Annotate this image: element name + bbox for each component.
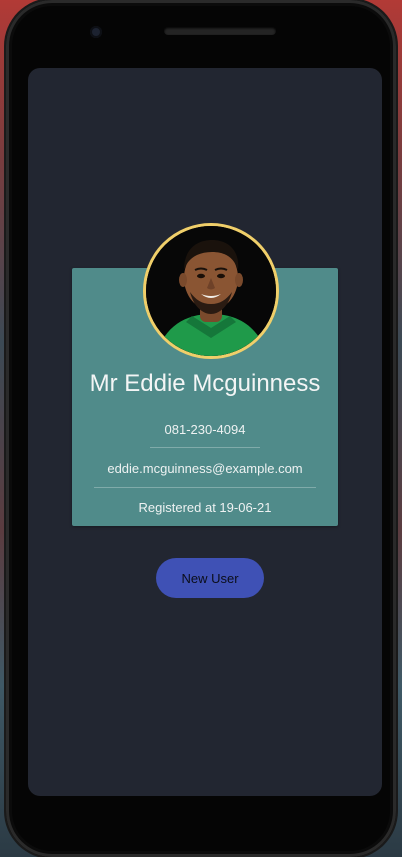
user-avatar — [143, 223, 279, 359]
user-phone: 081-230-4094 — [164, 422, 246, 437]
registration-date: Registered at 19-06-21 — [138, 500, 272, 515]
divider — [150, 447, 260, 448]
divider — [94, 487, 316, 488]
user-name: Mr Eddie Mcguinness — [89, 370, 321, 397]
user-email: eddie.mcguinness@example.com — [107, 461, 303, 476]
new-user-button[interactable]: New User — [156, 558, 264, 598]
phone-frame: Mr Eddie Mcguinness 081-230-4094 eddie.m… — [6, 0, 396, 857]
avatar-photo — [146, 226, 276, 356]
app-screen: Mr Eddie Mcguinness 081-230-4094 eddie.m… — [28, 68, 382, 796]
earpiece-speaker — [164, 27, 276, 35]
front-camera — [90, 26, 102, 38]
